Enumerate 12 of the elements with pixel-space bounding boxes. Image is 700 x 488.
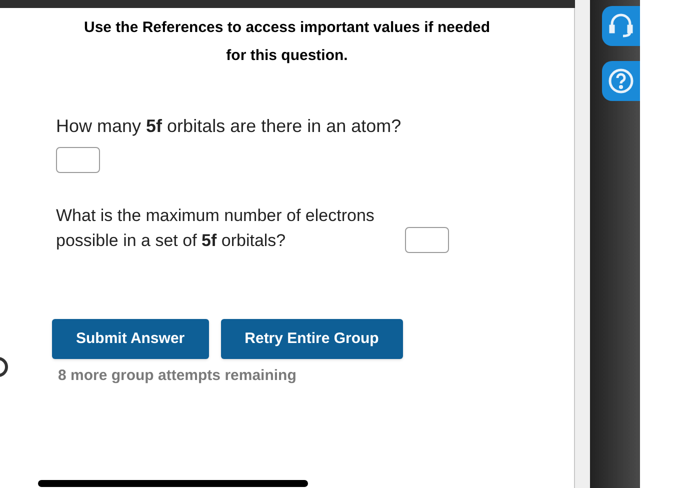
- help-icon: [608, 68, 634, 94]
- answer-field[interactable]: [56, 147, 100, 173]
- question-text: How many 5f orbitals are there in an atom?: [56, 115, 402, 138]
- action-button[interactable]: Submit Answer: [52, 319, 209, 359]
- instructions-text: Use the References to access important values if needed for this question.: [83, 18, 491, 66]
- attempts-text: 8 more group attempts remaining: [58, 366, 296, 386]
- help-button[interactable]: [602, 61, 640, 101]
- headset-icon: [609, 13, 633, 39]
- support-button[interactable]: [602, 6, 640, 46]
- answer-field[interactable]: [405, 227, 449, 253]
- question-text: What is the maximum number of electrons possible in a set of 5f orbitals?: [56, 205, 376, 252]
- action-button[interactable]: Retry Entire Group: [220, 319, 403, 359]
